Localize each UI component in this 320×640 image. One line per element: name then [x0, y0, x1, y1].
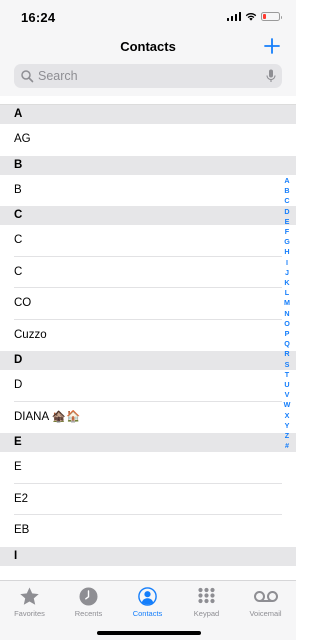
- battery-level: [263, 14, 266, 19]
- index-letter[interactable]: H: [284, 247, 289, 257]
- index-letter[interactable]: A: [284, 176, 289, 186]
- contact-name: AG: [14, 133, 31, 145]
- section-header: A: [0, 105, 296, 124]
- contact-row[interactable]: D: [0, 370, 296, 402]
- tab-recents[interactable]: Recents: [59, 587, 118, 618]
- contact-name: C: [14, 234, 23, 246]
- keypad-icon: [198, 587, 215, 604]
- alphabet-index[interactable]: A B C D E F G H I J K L M N O P Q R S T U V W X Y Z #: [282, 176, 292, 451]
- contact-name: E2: [14, 492, 29, 505]
- index-letter[interactable]: R: [284, 349, 289, 359]
- tab-label: Voicemail: [249, 609, 282, 618]
- tab-voicemail[interactable]: Voicemail: [236, 587, 295, 618]
- contact-name: EB: [14, 524, 30, 536]
- contact-row[interactable]: AG: [0, 124, 296, 156]
- contact-name: CO: [14, 297, 32, 309]
- index-letter[interactable]: X: [285, 411, 290, 421]
- contact-row[interactable]: B: [0, 175, 296, 207]
- status-icons: [226, 12, 282, 21]
- voicemail-icon: [253, 591, 278, 602]
- index-letter[interactable]: J: [285, 268, 289, 278]
- navigation-bar: Contacts: [0, 34, 296, 96]
- tab-favorites[interactable]: Favorites: [0, 587, 59, 618]
- index-letter[interactable]: B: [284, 186, 289, 196]
- contact-row[interactable]: Cuzzo: [0, 320, 296, 352]
- contact-row[interactable]: EB: [0, 515, 296, 547]
- section-header: I: [0, 546, 296, 566]
- contact-row[interactable]: CO: [0, 288, 296, 320]
- plus-icon: [264, 38, 280, 54]
- index-letter[interactable]: S: [285, 360, 290, 370]
- index-letter[interactable]: G: [284, 237, 290, 247]
- tab-label: Keypad: [193, 609, 220, 618]
- contact-row[interactable]: E2: [0, 484, 296, 515]
- index-letter[interactable]: U: [284, 380, 289, 390]
- contact-row[interactable]: DIANA 🏚️🏠: [0, 402, 296, 434]
- contacts-list[interactable]: A AG B B C C C CO Cuzzo D D DIANA 🏚️🏠 E E E2 EB I: [0, 104, 296, 580]
- index-letter[interactable]: K: [284, 278, 289, 288]
- index-letter[interactable]: C: [284, 196, 289, 206]
- index-letter[interactable]: Y: [285, 421, 290, 431]
- search-icon: [21, 70, 34, 83]
- index-letter[interactable]: P: [285, 329, 290, 339]
- microphone-icon[interactable]: [266, 69, 276, 83]
- index-letter[interactable]: T: [285, 370, 289, 380]
- index-letter[interactable]: I: [286, 258, 288, 268]
- index-letter[interactable]: M: [284, 298, 290, 308]
- search-input[interactable]: [38, 69, 248, 83]
- tab-label: Contacts: [132, 609, 163, 618]
- search-bar[interactable]: [14, 64, 282, 88]
- section-header: B: [0, 155, 296, 175]
- battery-icon: [261, 12, 282, 21]
- contact-row[interactable]: E: [0, 452, 296, 484]
- contact-name: E: [14, 461, 22, 473]
- page-title: Contacts: [120, 39, 176, 54]
- index-letter[interactable]: Q: [284, 339, 290, 349]
- star-icon: [20, 587, 39, 605]
- cellular-signal-icon: [226, 12, 241, 21]
- index-letter[interactable]: L: [285, 288, 289, 298]
- status-bar: 16:24: [0, 0, 296, 34]
- index-letter[interactable]: O: [284, 319, 290, 329]
- index-letter[interactable]: Z: [285, 431, 289, 441]
- section-header: C: [0, 206, 296, 225]
- contact-name: C: [14, 265, 23, 278]
- tab-keypad[interactable]: Keypad: [177, 587, 236, 618]
- index-letter[interactable]: W: [284, 400, 291, 410]
- home-indicator: [97, 631, 201, 635]
- wifi-icon: [245, 13, 257, 21]
- index-letter[interactable]: F: [285, 227, 289, 237]
- index-letter[interactable]: D: [284, 207, 289, 217]
- status-time: 16:24: [21, 10, 56, 25]
- section-header: E: [0, 433, 296, 452]
- index-letter[interactable]: #: [285, 441, 289, 451]
- index-letter[interactable]: V: [285, 390, 290, 400]
- contact-row[interactable]: C: [0, 257, 296, 288]
- contact-name: B: [14, 183, 22, 196]
- person-circle-icon: [138, 587, 157, 606]
- tab-label: Recents: [74, 609, 103, 618]
- clock-icon: [79, 587, 98, 606]
- contact-name: DIANA 🏚️🏠: [14, 410, 81, 423]
- contact-row[interactable]: C: [0, 225, 296, 257]
- index-letter[interactable]: N: [284, 309, 289, 319]
- add-contact-button[interactable]: [262, 36, 282, 56]
- contact-name: Cuzzo: [14, 328, 47, 341]
- section-header: D: [0, 351, 296, 370]
- index-letter[interactable]: E: [285, 217, 290, 227]
- tab-label: Favorites: [14, 609, 45, 618]
- tab-contacts[interactable]: Contacts: [118, 587, 177, 618]
- contact-name: D: [14, 379, 23, 391]
